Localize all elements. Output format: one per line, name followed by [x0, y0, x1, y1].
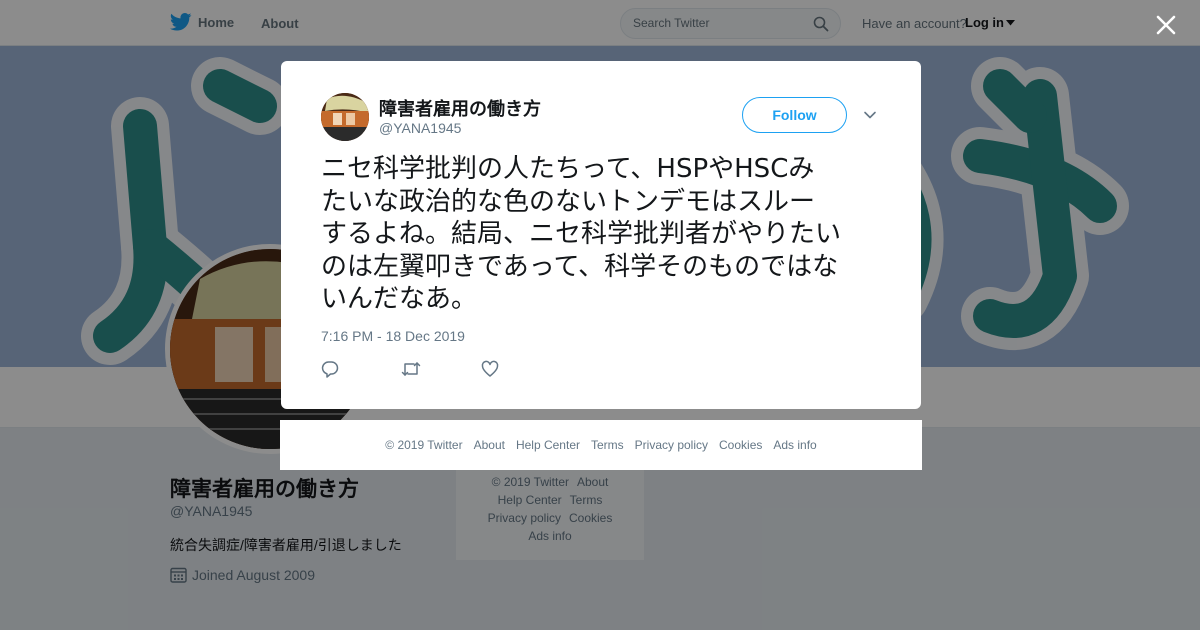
tweet-author-avatar[interactable] [321, 93, 369, 141]
close-icon[interactable] [1155, 14, 1177, 36]
chevron-down-icon[interactable] [863, 108, 877, 122]
footer-about-link[interactable]: About [474, 438, 505, 452]
like-button[interactable] [481, 360, 561, 380]
retweet-button[interactable] [401, 360, 481, 380]
modal-footer: © 2019 Twitter About Help Center Terms P… [280, 420, 922, 470]
tweet-text-line: たいな政治的な色のないトンデモはスルー [321, 186, 816, 217]
tweet-author-name[interactable]: 障害者雇用の働き方 [379, 95, 541, 121]
footer-cookies-link[interactable]: Cookies [719, 438, 762, 452]
tweet-modal: 障害者雇用の働き方 @YANA1945 Follow ニセ科学批判の人たちって、… [281, 61, 921, 409]
tweet-text: ニセ科学批判の人たちって、HSPやHSCみ たいな政治的な色のないトンデモはスル… [321, 153, 891, 316]
footer-copyright: © 2019 Twitter [385, 438, 463, 452]
tweet-author-handle[interactable]: @YANA1945 [379, 120, 461, 136]
tweet-avatar-image [321, 93, 369, 141]
footer-terms-link[interactable]: Terms [591, 438, 624, 452]
like-icon [481, 360, 499, 377]
footer-ads-link[interactable]: Ads info [773, 438, 816, 452]
footer-privacy-link[interactable]: Privacy policy [635, 438, 708, 452]
reply-icon [321, 361, 339, 378]
footer-help-link[interactable]: Help Center [516, 438, 580, 452]
tweet-timestamp[interactable]: 7:16 PM - 18 Dec 2019 [321, 328, 465, 344]
reply-button[interactable] [321, 360, 401, 380]
retweet-icon [401, 362, 421, 376]
tweet-actions [321, 360, 561, 380]
tweet-text-line: ニセ科学批判の人たちって、HSPやHSCみ [321, 154, 815, 184]
tweet-text-line: いんだなあ。 [321, 284, 478, 314]
tweet-text-line: のは左翼叩きであって、科学そのものではな [321, 251, 839, 282]
tweet-text-line: するよね。結局、ニセ科学批判者がやりたい [321, 219, 842, 249]
follow-button[interactable]: Follow [742, 97, 847, 133]
